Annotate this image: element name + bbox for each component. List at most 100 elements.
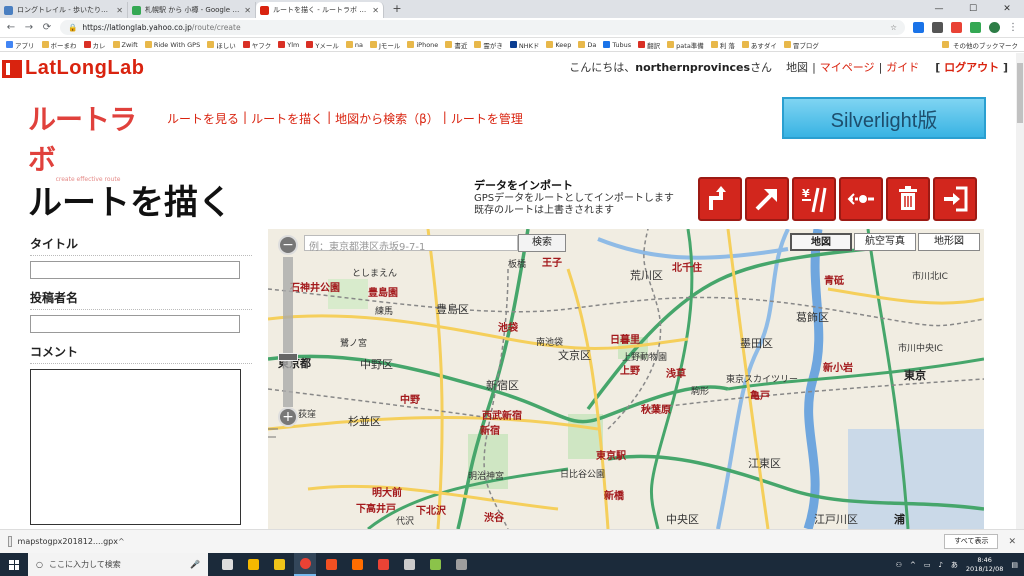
taskbar-search[interactable]: ○ ここに入力して検索 🎤 bbox=[28, 553, 208, 576]
bookmark-item[interactable]: Ylm bbox=[278, 41, 299, 49]
app-icon[interactable] bbox=[450, 553, 472, 576]
bookmark-item[interactable]: Da bbox=[578, 41, 596, 49]
import-data-button[interactable] bbox=[933, 177, 977, 221]
delete-route-button[interactable] bbox=[886, 177, 930, 221]
bookmark-item[interactable]: ヤフク bbox=[242, 40, 271, 50]
bookmark-item[interactable]: カレ bbox=[83, 40, 106, 50]
app-icon[interactable] bbox=[268, 553, 290, 576]
link-mypage[interactable]: マイページ bbox=[820, 59, 875, 75]
author-input[interactable] bbox=[30, 315, 240, 333]
app-icon[interactable] bbox=[320, 553, 342, 576]
title-input[interactable] bbox=[30, 261, 240, 279]
new-tab-button[interactable]: + bbox=[390, 2, 404, 16]
bookmark-item[interactable]: pata準備 bbox=[667, 40, 704, 50]
bookmark-item[interactable]: Tubus bbox=[603, 41, 631, 49]
app-icon[interactable] bbox=[398, 553, 420, 576]
silverlight-version-button[interactable]: Silverlight版 bbox=[782, 97, 986, 139]
map-search-input[interactable]: 例：東京都港区赤坂9-7-1 bbox=[304, 235, 518, 253]
bookmark-item[interactable]: 書近 bbox=[445, 40, 467, 50]
extension-icon[interactable] bbox=[970, 22, 981, 33]
tab-close-icon[interactable]: ✕ bbox=[116, 6, 123, 15]
app-icon[interactable] bbox=[346, 553, 368, 576]
volume-icon[interactable]: ♪ bbox=[938, 561, 942, 569]
menu-dots-icon[interactable]: ⋮ bbox=[1008, 22, 1018, 33]
chevron-up-icon[interactable]: ^ bbox=[118, 537, 125, 546]
show-all-downloads-button[interactable]: すべて表示 bbox=[944, 534, 999, 549]
other-bookmarks[interactable]: その他のブックマーク bbox=[942, 40, 1018, 50]
logout-link[interactable]: [ ログアウト ] bbox=[935, 59, 1008, 75]
map-type-terrain[interactable]: 地形図 bbox=[918, 233, 980, 251]
nav-draw-route[interactable]: ルートを描く bbox=[251, 110, 323, 127]
reload-icon[interactable]: ⟳ bbox=[42, 22, 52, 33]
bookmark-item[interactable]: 翻訳 bbox=[638, 40, 660, 50]
draw-straight-button[interactable] bbox=[745, 177, 789, 221]
back-icon[interactable]: ← bbox=[6, 22, 16, 33]
bookmark-item[interactable]: 霊がき bbox=[474, 40, 503, 50]
chevron-up-icon[interactable]: ^ bbox=[910, 561, 916, 569]
task-view-icon[interactable] bbox=[216, 553, 238, 576]
comment-textarea[interactable] bbox=[30, 369, 241, 525]
latlonglab-logo[interactable]: LatLongLab bbox=[2, 57, 144, 80]
tab-close-icon[interactable]: ✕ bbox=[372, 6, 379, 15]
minimize-icon[interactable]: — bbox=[922, 0, 956, 18]
routelab-logo[interactable]: ルートラボ create effective route bbox=[28, 98, 148, 183]
draw-road-button[interactable] bbox=[698, 177, 742, 221]
chrome-icon[interactable] bbox=[294, 553, 316, 576]
bookmark-item[interactable]: 冒ブログ bbox=[783, 40, 819, 50]
bookmark-item[interactable]: アプリ bbox=[6, 40, 35, 50]
browser-tab[interactable]: 札幌駅 から 小樽 - Google マップ ✕ bbox=[128, 2, 256, 18]
zoom-slider-track[interactable] bbox=[283, 257, 293, 407]
download-item[interactable]: mapstogpx201812....gpx bbox=[8, 536, 118, 547]
tab-close-icon[interactable]: ✕ bbox=[244, 6, 251, 15]
close-window-icon[interactable]: ✕ bbox=[990, 0, 1024, 18]
bookmark-item[interactable]: Jモール bbox=[369, 40, 400, 50]
maximize-icon[interactable]: ☐ bbox=[956, 0, 990, 18]
scrollbar-thumb[interactable] bbox=[1017, 63, 1023, 123]
extension-icon[interactable] bbox=[951, 22, 962, 33]
bookmark-item[interactable]: 利 落 bbox=[710, 40, 735, 50]
browser-tab[interactable]: ロングトレイル - 歩いたりはしったり ✕ bbox=[0, 2, 128, 18]
bookmark-item[interactable]: ほしい bbox=[207, 40, 236, 50]
app-icon[interactable] bbox=[424, 553, 446, 576]
bookmark-item[interactable]: Keep bbox=[546, 41, 571, 49]
ime-icon[interactable]: あ bbox=[951, 560, 958, 570]
forward-icon[interactable]: → bbox=[24, 22, 34, 33]
link-map[interactable]: 地図 bbox=[786, 59, 808, 75]
extension-icon[interactable] bbox=[932, 22, 943, 33]
nav-view-routes[interactable]: ルートを見る bbox=[167, 110, 239, 127]
start-button[interactable] bbox=[0, 553, 28, 576]
bookmark-item[interactable]: iPhone bbox=[407, 41, 438, 49]
route-map[interactable]: としまえん 豊島園 練馬 石神井公園 豊島区 池袋 南池袋 荒川区 北千住 王子… bbox=[268, 229, 984, 529]
link-guide[interactable]: ガイド bbox=[886, 59, 919, 75]
app-icon[interactable] bbox=[242, 553, 264, 576]
bookmark-item[interactable]: あすダイ bbox=[741, 40, 777, 50]
zoom-out-button[interactable]: − bbox=[278, 235, 298, 255]
nav-map-search[interactable]: 地図から検索（β） bbox=[335, 110, 439, 127]
close-icon[interactable]: ✕ bbox=[1008, 537, 1016, 547]
bookmark-item[interactable]: ボーまわ bbox=[41, 40, 77, 50]
map-type-standard[interactable]: 地図 bbox=[790, 233, 852, 251]
zoom-slider-handle[interactable] bbox=[278, 353, 298, 361]
bookmark-item[interactable]: NHKド bbox=[509, 40, 539, 50]
clock[interactable]: 8:46 2018/12/08 bbox=[966, 556, 1003, 574]
zoom-in-button[interactable]: + bbox=[278, 407, 298, 427]
bookmark-star-icon[interactable]: ☆ bbox=[890, 23, 897, 32]
map-search-button[interactable]: 検索 bbox=[518, 234, 566, 252]
toll-road-button[interactable]: ¥ bbox=[792, 177, 836, 221]
address-bar[interactable]: 🔒 https://latlonglab.yahoo.co.jp/route/c… bbox=[60, 20, 905, 35]
notification-icon[interactable]: ▤ bbox=[1011, 561, 1018, 569]
bookmark-item[interactable]: Zwift bbox=[112, 41, 138, 49]
app-icon[interactable] bbox=[372, 553, 394, 576]
bookmark-item[interactable]: na bbox=[345, 41, 363, 49]
undo-point-button[interactable] bbox=[839, 177, 883, 221]
map-type-aerial[interactable]: 航空写真 bbox=[854, 233, 916, 251]
extension-icon[interactable] bbox=[913, 22, 924, 33]
bookmark-item[interactable]: Yメール bbox=[306, 40, 339, 50]
page-scrollbar[interactable] bbox=[1016, 53, 1024, 529]
profile-avatar[interactable] bbox=[989, 22, 1000, 33]
network-icon[interactable]: ▭ bbox=[924, 561, 931, 569]
bookmark-item[interactable]: Ride With GPS bbox=[144, 41, 200, 49]
people-icon[interactable]: ⚇ bbox=[896, 561, 902, 569]
browser-tab-active[interactable]: ルートを描く - ルートラボ - LatLongLab ✕ bbox=[256, 2, 384, 18]
nav-manage-routes[interactable]: ルートを管理 bbox=[451, 110, 523, 127]
